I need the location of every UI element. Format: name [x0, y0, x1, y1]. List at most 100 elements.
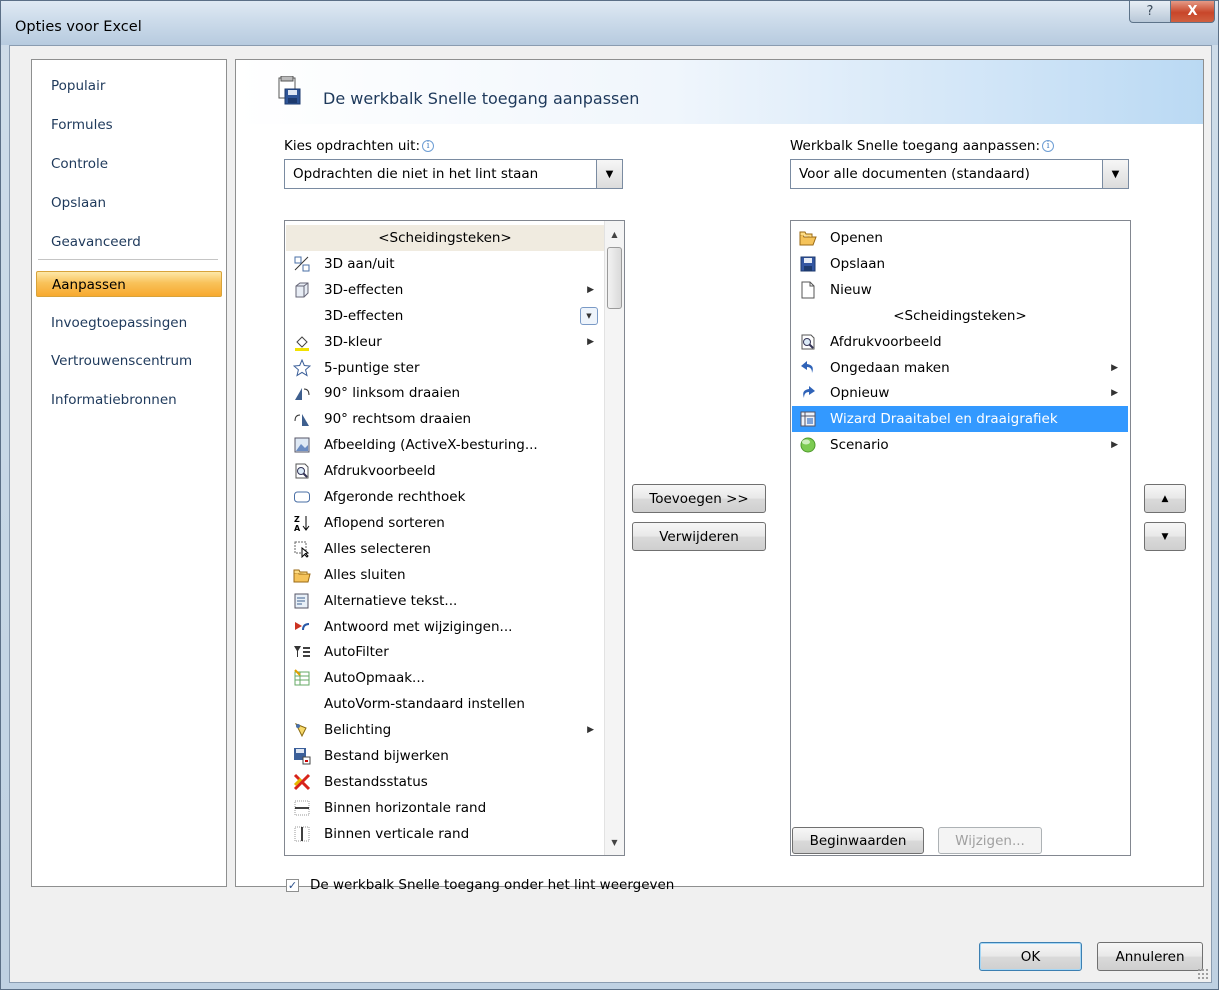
- list-item[interactable]: <Scheidingsteken>: [792, 303, 1128, 329]
- chevron-down-icon[interactable]: ▼: [1102, 160, 1128, 188]
- list-item-label: 90° rechtsom draaien: [324, 411, 472, 428]
- list-item[interactable]: Afdrukvoorbeeld: [792, 329, 1128, 355]
- 3d-cube-icon: [290, 280, 314, 300]
- reset-button-label: Beginwaarden: [809, 832, 907, 849]
- nav-item-controle[interactable]: Controle: [32, 151, 226, 177]
- list-item-label: 3D-effecten: [324, 307, 404, 324]
- nav-item-informatiebronnen[interactable]: Informatiebronnen: [32, 387, 226, 413]
- options-dialog: Opties voor Excel ? X Populair Formules Co…: [0, 0, 1219, 990]
- list-item-label: Afbeelding (ActiveX-besturing...: [324, 437, 538, 454]
- list-item[interactable]: Afgeronde rechthoek: [286, 484, 604, 510]
- chevron-down-icon[interactable]: ▼: [596, 160, 622, 188]
- list-item-label: Alternatieve tekst...: [324, 592, 458, 609]
- window-title: Opties voor Excel: [15, 19, 142, 35]
- nav-item-invoegtoepassingen[interactable]: Invoegtoepassingen: [32, 310, 226, 336]
- available-commands-list[interactable]: Binnen verticale rand Binnen horizontale …: [284, 220, 625, 856]
- scroll-thumb[interactable]: [607, 247, 622, 309]
- info-icon: i: [422, 140, 435, 152]
- list-item[interactable]: AutoFilter: [286, 639, 604, 665]
- submenu-arrow-icon: ▶: [1111, 440, 1118, 451]
- list-item[interactable]: 3D aan/uit: [286, 251, 604, 277]
- list-item[interactable]: Binnen verticale rand: [286, 821, 604, 847]
- list-item[interactable]: Wizard Draaitabel en draaigrafiek: [792, 406, 1128, 433]
- nav-item-aanpassen[interactable]: Aanpassen: [36, 271, 222, 297]
- pivot-wizard-icon: [796, 409, 820, 429]
- cancel-button[interactable]: Annuleren: [1097, 942, 1203, 971]
- submenu-arrow-icon: ▶: [587, 725, 594, 736]
- show-below-ribbon-checkbox[interactable]: ✓: [286, 879, 299, 892]
- list-item-label: Aflopend sorteren: [324, 514, 445, 531]
- file-status-icon: [290, 772, 314, 792]
- submenu-arrow-icon: ▶: [587, 284, 594, 295]
- list-item-label: 3D-effecten: [324, 281, 404, 298]
- content-header: De werkbalk Snelle toegang aanpassen: [236, 60, 1203, 124]
- scroll-down-icon[interactable]: ▼: [605, 833, 624, 851]
- move-down-button[interactable]: ▼: [1144, 522, 1186, 551]
- list-item[interactable]: Opslaan: [792, 251, 1128, 277]
- list-item[interactable]: 3D-effecten ▶: [286, 277, 604, 303]
- list-item[interactable]: Openen: [792, 225, 1128, 251]
- list-item-label: Antwoord met wijzigingen...: [324, 618, 513, 635]
- new-document-icon: [796, 280, 820, 300]
- star-icon: [290, 358, 314, 378]
- move-up-button[interactable]: ▲: [1144, 484, 1186, 513]
- list-item[interactable]: AutoOpmaak...: [286, 665, 604, 691]
- list-item[interactable]: Alles selecteren: [286, 536, 604, 562]
- list-item[interactable]: Afdrukvoorbeeld: [286, 458, 604, 484]
- nav-item-formules[interactable]: Formules: [32, 112, 226, 138]
- list-item[interactable]: 3D-kleur ▶: [286, 329, 604, 355]
- close-button[interactable]: X: [1170, 1, 1215, 23]
- list-item[interactable]: <Scheidingsteken>: [286, 225, 604, 251]
- add-button[interactable]: Toevoegen >>: [632, 484, 766, 513]
- choose-commands-combo[interactable]: Opdrachten die niet in het lint staan ▼: [284, 159, 623, 189]
- help-button[interactable]: ?: [1129, 1, 1171, 23]
- available-commands-scrollbar[interactable]: ▲ ▼: [604, 221, 624, 855]
- paint-bucket-icon: [290, 332, 314, 352]
- list-item[interactable]: Scenario ▶: [792, 432, 1128, 458]
- checkmark-icon: ✓: [287, 879, 298, 892]
- list-item[interactable]: AutoVorm-standaard instellen: [286, 691, 604, 717]
- list-item-label: Nieuw: [830, 281, 872, 298]
- list-item-label: Opnieuw: [830, 385, 890, 402]
- nav-item-populair[interactable]: Populair: [32, 73, 226, 99]
- toolbar-commands-list[interactable]: Scenario ▶ Wizard Draaitabel en draaigrafi…: [790, 220, 1131, 856]
- nav-item-opslaan[interactable]: Opslaan: [32, 190, 226, 216]
- list-item[interactable]: Alles sluiten: [286, 562, 604, 588]
- reset-button[interactable]: Beginwaarden: [792, 827, 924, 854]
- customize-for-combo[interactable]: Voor alle documenten (standaard) ▼: [790, 159, 1129, 189]
- rotate-right-icon: [290, 409, 314, 429]
- list-item[interactable]: Opnieuw ▶: [792, 380, 1128, 406]
- ok-button-label: OK: [1020, 948, 1041, 965]
- autofilter-icon: [290, 642, 314, 662]
- dropdown-arrow-icon[interactable]: ▼: [580, 306, 598, 325]
- submenu-arrow-icon: ▶: [1111, 388, 1118, 399]
- list-item[interactable]: 3D-effecten ▼: [286, 303, 604, 329]
- nav-item-vertrouwenscentrum[interactable]: Vertrouwenscentrum: [32, 348, 226, 374]
- list-item[interactable]: Nieuw: [792, 277, 1128, 303]
- resize-grip[interactable]: [1197, 968, 1209, 980]
- list-item-label: Binnen horizontale rand: [324, 799, 487, 816]
- page-title: De werkbalk Snelle toegang aanpassen: [323, 89, 640, 108]
- list-item[interactable]: Ongedaan maken ▶: [792, 355, 1128, 381]
- close-icon: X: [1187, 4, 1198, 19]
- list-item[interactable]: Afbeelding (ActiveX-besturing...: [286, 432, 604, 458]
- list-item[interactable]: 90° linksom draaien: [286, 380, 604, 406]
- list-item[interactable]: Bestand bijwerken: [286, 743, 604, 769]
- modify-button[interactable]: Wijzigen...: [938, 827, 1042, 854]
- list-item[interactable]: Bestandsstatus: [286, 769, 604, 795]
- submenu-arrow-icon: ▶: [1111, 362, 1118, 373]
- scenario-icon: [796, 435, 820, 455]
- list-item[interactable]: Z A Aflopend sorteren: [286, 510, 604, 536]
- quick-access-toolbar-icon: [278, 76, 301, 105]
- list-item[interactable]: Binnen horizontale rand: [286, 795, 604, 821]
- scroll-up-icon[interactable]: ▲: [605, 225, 624, 243]
- list-item[interactable]: 5-puntige ster: [286, 355, 604, 381]
- list-item[interactable]: Alternatieve tekst...: [286, 588, 604, 614]
- title-bar[interactable]: Opties voor Excel ? X: [1, 1, 1218, 45]
- list-item[interactable]: Antwoord met wijzigingen...: [286, 614, 604, 640]
- list-item[interactable]: 90° rechtsom draaien: [286, 406, 604, 432]
- ok-button[interactable]: OK: [979, 942, 1082, 971]
- nav-item-geavanceerd[interactable]: Geavanceerd: [32, 229, 226, 255]
- list-item[interactable]: Belichting ▶: [286, 717, 604, 743]
- remove-button[interactable]: Verwijderen: [632, 522, 766, 551]
